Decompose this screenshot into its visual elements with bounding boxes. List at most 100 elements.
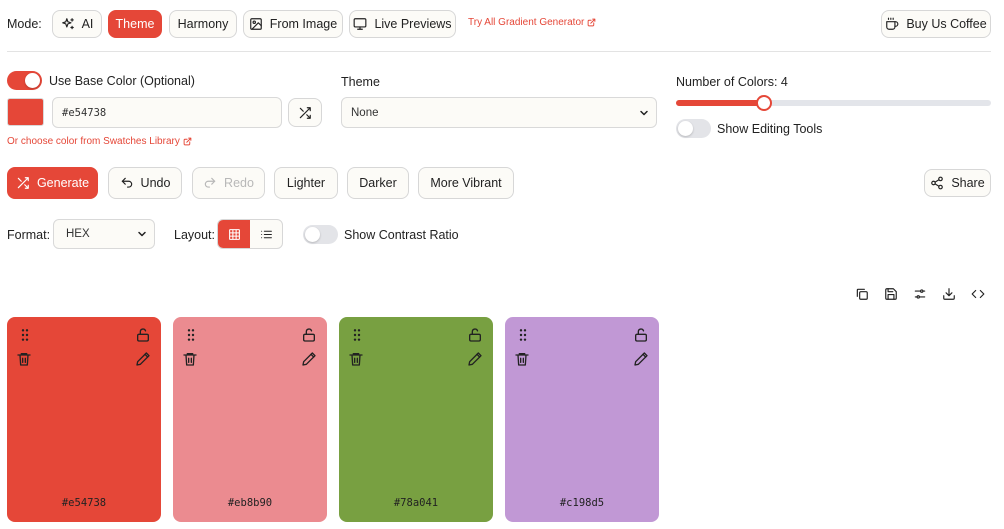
random-base-color-button[interactable]: [288, 98, 322, 127]
base-color-label: Use Base Color (Optional): [49, 74, 195, 88]
base-color-swatch[interactable]: [7, 98, 44, 126]
drag-handle-icon[interactable]: [17, 327, 33, 343]
chevron-down-icon: [638, 107, 650, 119]
editing-tools-label: Show Editing Tools: [717, 122, 823, 136]
color-hex-label: #e54738: [61, 497, 107, 509]
darker-label: Darker: [359, 176, 397, 190]
undo-label: Undo: [140, 176, 171, 190]
slider-fill: [676, 100, 765, 106]
contrast-ratio-label: Show Contrast Ratio: [344, 228, 459, 242]
toggle-knob: [25, 73, 40, 88]
share-label: Share: [951, 176, 985, 190]
mode-harmony-label: Harmony: [177, 17, 229, 31]
color-card[interactable]: #c198d5: [505, 317, 659, 522]
mode-live-previews-label: Live Previews: [374, 17, 452, 31]
pencil-icon[interactable]: [467, 351, 483, 367]
coffee-icon: [885, 17, 899, 31]
shuffle-icon: [298, 106, 312, 120]
unlock-icon[interactable]: [301, 327, 317, 343]
color-hex-label: #c198d5: [559, 497, 605, 509]
slider-thumb[interactable]: [756, 95, 773, 111]
drag-handle-icon[interactable]: [183, 327, 199, 343]
drag-handle-icon[interactable]: [515, 327, 531, 343]
copy-icon[interactable]: [855, 287, 869, 301]
color-card[interactable]: #e54738: [7, 317, 161, 522]
mode-harmony-button[interactable]: Harmony: [169, 10, 237, 38]
layout-toggle-group: [217, 219, 283, 249]
gradient-generator-label: Try All Gradient Generator: [468, 17, 585, 28]
format-label: Format:: [7, 228, 51, 242]
pencil-icon[interactable]: [301, 351, 317, 367]
lighter-button[interactable]: Lighter: [274, 167, 338, 199]
trash-icon[interactable]: [182, 351, 198, 367]
trash-icon[interactable]: [348, 351, 364, 367]
more-vibrant-label: More Vibrant: [430, 176, 502, 190]
mode-theme-button[interactable]: Theme: [108, 10, 162, 38]
layout-label: Layout:: [174, 228, 216, 242]
base-color-input[interactable]: #e54738: [52, 97, 282, 128]
format-select[interactable]: HEX: [53, 219, 155, 249]
generate-label: Generate: [36, 176, 90, 190]
chevron-down-icon: [136, 228, 148, 240]
base-color-toggle[interactable]: [7, 71, 42, 90]
external-link-icon: [183, 137, 192, 146]
generate-button[interactable]: Generate: [7, 167, 98, 199]
grid-icon: [228, 228, 241, 241]
redo-icon: [203, 176, 217, 190]
drag-handle-icon[interactable]: [349, 327, 365, 343]
buy-coffee-button[interactable]: Buy Us Coffee: [881, 10, 991, 38]
editing-tools-toggle[interactable]: [676, 119, 711, 138]
lighter-label: Lighter: [286, 176, 326, 190]
num-colors-label: Number of Colors: 4: [676, 75, 788, 89]
theme-label: Theme: [341, 75, 380, 89]
darker-button[interactable]: Darker: [347, 167, 409, 199]
code-icon[interactable]: [971, 287, 985, 301]
undo-icon: [120, 176, 134, 190]
trash-icon[interactable]: [514, 351, 530, 367]
color-card[interactable]: #78a041: [339, 317, 493, 522]
list-icon: [260, 228, 273, 241]
undo-button[interactable]: Undo: [108, 167, 182, 199]
layout-list-button[interactable]: [250, 220, 282, 248]
share-icon: [930, 176, 944, 190]
sparkles-icon: [61, 17, 75, 31]
unlock-icon[interactable]: [135, 327, 151, 343]
color-hex-label: #78a041: [393, 497, 439, 509]
share-button[interactable]: Share: [924, 169, 991, 197]
mode-ai-label: AI: [81, 17, 94, 31]
pencil-icon[interactable]: [633, 351, 649, 367]
redo-button[interactable]: Redo: [192, 167, 265, 199]
monitor-icon: [353, 17, 367, 31]
image-icon: [249, 17, 263, 31]
gradient-generator-link[interactable]: Try All Gradient Generator: [468, 17, 596, 28]
theme-select[interactable]: None: [341, 97, 657, 128]
trash-icon[interactable]: [16, 351, 32, 367]
adjustments-icon[interactable]: [913, 287, 927, 301]
redo-label: Redo: [224, 176, 254, 190]
external-link-icon: [587, 18, 596, 27]
download-icon[interactable]: [942, 287, 956, 301]
buy-coffee-label: Buy Us Coffee: [906, 17, 987, 31]
unlock-icon[interactable]: [467, 327, 483, 343]
mode-from-image-button[interactable]: From Image: [243, 10, 343, 38]
theme-selected-value: None: [351, 106, 379, 119]
unlock-icon[interactable]: [633, 327, 649, 343]
color-card[interactable]: #eb8b90: [173, 317, 327, 522]
toggle-knob: [305, 227, 320, 242]
contrast-ratio-toggle[interactable]: [303, 225, 338, 244]
pencil-icon[interactable]: [135, 351, 151, 367]
swatches-library-link[interactable]: Or choose color from Swatches Library: [7, 136, 192, 147]
save-icon[interactable]: [884, 287, 898, 301]
swatches-library-label: Or choose color from Swatches Library: [7, 136, 180, 147]
header-divider: [7, 51, 991, 52]
mode-from-image-label: From Image: [269, 17, 338, 31]
toggle-knob: [678, 121, 693, 136]
mode-live-previews-button[interactable]: Live Previews: [349, 10, 456, 38]
shuffle-icon: [16, 176, 30, 190]
more-vibrant-button[interactable]: More Vibrant: [418, 167, 514, 199]
format-selected-value: HEX: [66, 228, 90, 240]
layout-grid-button[interactable]: [218, 220, 250, 248]
mode-theme-label: Theme: [115, 17, 155, 31]
num-colors-slider[interactable]: [676, 95, 991, 111]
mode-ai-button[interactable]: AI: [52, 10, 102, 38]
